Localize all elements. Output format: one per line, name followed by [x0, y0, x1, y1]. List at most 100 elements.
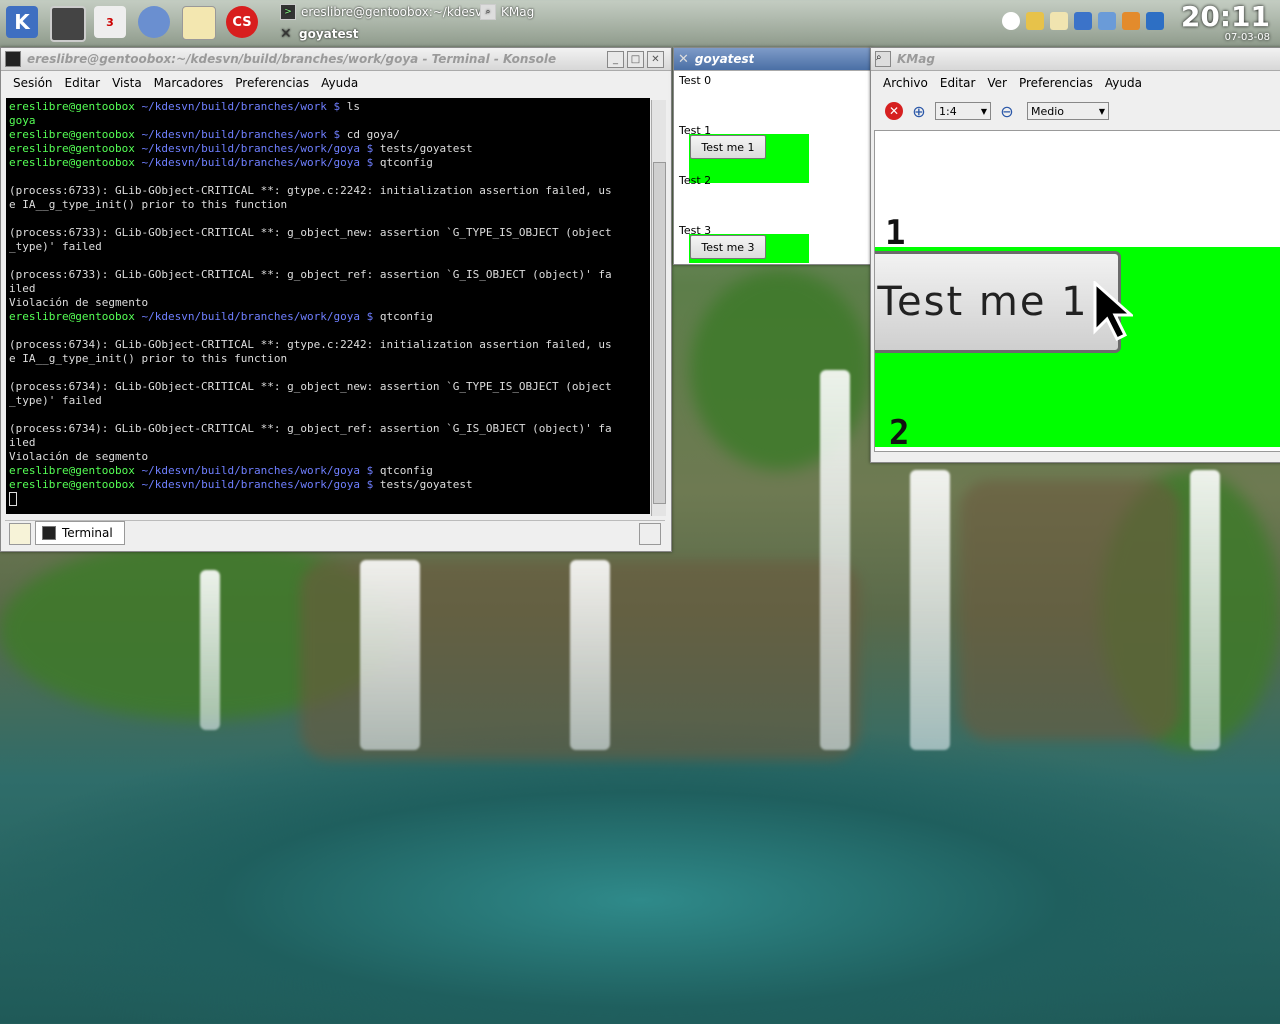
wallpaper-waterfall — [910, 470, 950, 750]
stop-icon[interactable]: ✕ — [885, 102, 903, 120]
tray-clipboard-icon[interactable] — [1050, 12, 1068, 30]
zoom-out-icon[interactable]: ⊖ — [997, 101, 1017, 121]
prompt-user: ereslibre@gentoobox — [9, 128, 135, 141]
x-window-icon: ✕ — [678, 51, 689, 67]
terminal-line: (process:6734): GLib-GObject-CRITICAL **… — [9, 380, 647, 394]
clock[interactable]: 20:11 07-03-08 — [1181, 2, 1270, 44]
prompt-path: ~/kdesvn/build/branches/work $ — [134, 100, 347, 113]
prompt-path: ~/kdesvn/build/branches/work/goya $ — [134, 142, 380, 155]
konsole-title: ereslibre@gentoobox:~/kdesvn/build/branc… — [27, 52, 557, 66]
menu-preferencias[interactable]: Preferencias — [1013, 76, 1099, 90]
tray-network-icon[interactable] — [1002, 12, 1020, 30]
kde-menu-icon[interactable]: K — [6, 6, 38, 38]
tray-folder-icon[interactable] — [1122, 12, 1140, 30]
quality-select[interactable]: Medio ▼ — [1027, 102, 1109, 120]
terminal-icon — [5, 51, 21, 67]
terminal-line: ereslibre@gentoobox ~/kdesvn/build/branc… — [9, 310, 647, 324]
x-window-icon: ✕ — [280, 26, 292, 42]
tray-keyboard-icon[interactable] — [1074, 12, 1092, 30]
lastfm-icon[interactable]: CS — [226, 6, 258, 38]
zoom-select[interactable]: 1:4 ▼ — [935, 102, 991, 120]
magnifier-icon: ⌕ — [480, 4, 496, 20]
prompt-command: qtconfig — [379, 464, 433, 477]
output-text: (process:6734): GLib-GObject-CRITICAL **… — [9, 422, 612, 435]
text-editor-icon[interactable] — [182, 6, 216, 40]
prompt-user: ereslibre@gentoobox — [9, 100, 135, 113]
terminal-line: ereslibre@gentoobox ~/kdesvn/build/branc… — [9, 128, 647, 142]
konsole-menubar: Sesión Editar Vista Marcadores Preferenc… — [1, 71, 671, 95]
menu-vista[interactable]: Vista — [106, 76, 148, 90]
output-text: goya — [9, 114, 36, 127]
terminal-line: ereslibre@gentoobox ~/kdesvn/build/branc… — [9, 142, 647, 156]
kmag-toolbar: ✕ ⊕ 1:4 ▼ ⊖ Medio ▼ — [871, 96, 1280, 126]
zoom-in-icon[interactable]: ⊕ — [909, 101, 929, 121]
prompt-user: ereslibre@gentoobox — [9, 156, 135, 169]
terminal-line: (process:6734): GLib-GObject-CRITICAL **… — [9, 338, 647, 352]
task-goyatest[interactable]: ✕ goyatest — [280, 24, 359, 44]
menu-preferencias[interactable]: Preferencias — [229, 76, 315, 90]
scrollbar-thumb[interactable] — [653, 162, 666, 504]
tab-terminal[interactable]: Terminal — [35, 521, 125, 545]
terminal-line: (process:6734): GLib-GObject-CRITICAL **… — [9, 422, 647, 436]
menu-sesion[interactable]: Sesión — [7, 76, 59, 90]
prompt-command: cd goya/ — [346, 128, 400, 141]
maximize-icon[interactable]: □ — [627, 50, 644, 68]
output-text: iled — [9, 282, 36, 295]
minimize-icon[interactable]: _ — [607, 50, 624, 68]
output-text: (process:6733): GLib-GObject-CRITICAL **… — [9, 184, 612, 197]
goyatest-titlebar[interactable]: ✕ goyatest — [674, 48, 870, 71]
output-text: _type)' failed — [9, 240, 102, 253]
prompt-path: ~/kdesvn/build/branches/work/goya $ — [134, 156, 380, 169]
task-kmag-label: KMag — [501, 5, 535, 19]
network-globe-icon[interactable] — [138, 6, 170, 38]
menu-ayuda[interactable]: Ayuda — [315, 76, 364, 90]
chevron-down-icon: ▼ — [1098, 106, 1105, 116]
prompt-command: ls — [346, 100, 361, 113]
task-konsole[interactable]: > ereslibre@gentoobox:~/kdesv — [280, 2, 482, 22]
menu-archivo[interactable]: Archivo — [877, 76, 934, 90]
terminal-output[interactable]: ereslibre@gentoobox ~/kdesvn/build/branc… — [6, 98, 650, 514]
kmag-titlebar[interactable]: ⌕ KMag — [871, 48, 1280, 71]
menu-editar[interactable]: Editar — [59, 76, 107, 90]
prompt-path: ~/kdesvn/build/branches/work/goya $ — [134, 478, 380, 491]
menu-ayuda[interactable]: Ayuda — [1099, 76, 1148, 90]
task-kmag[interactable]: ⌕ KMag — [480, 2, 534, 22]
menu-marcadores[interactable]: Marcadores — [148, 76, 230, 90]
menu-editar[interactable]: Editar — [934, 76, 982, 90]
menu-ver[interactable]: Ver — [981, 76, 1013, 90]
goyatest-window: ✕ goyatest Test 0 Test 1 Test me 1 Test … — [673, 47, 871, 265]
konsole-titlebar[interactable]: ereslibre@gentoobox:~/kdesvn/build/branc… — [1, 48, 671, 71]
tray-network-transfer-icon[interactable] — [1098, 12, 1116, 30]
kmag-window: ⌕ KMag Archivo Editar Ver Preferencias A… — [870, 47, 1280, 463]
prompt-command: qtconfig — [379, 156, 433, 169]
test-me-1-button[interactable]: Test me 1 — [690, 135, 766, 159]
computer-icon[interactable] — [50, 6, 86, 42]
kmag-title: KMag — [897, 52, 935, 66]
close-icon[interactable]: ✕ — [647, 50, 664, 68]
test-me-3-button[interactable]: Test me 3 — [690, 235, 766, 259]
terminal-line: ereslibre@gentoobox ~/kdesvn/build/branc… — [9, 464, 647, 478]
magnified-button-label: Test me 1 — [877, 279, 1089, 325]
prompt-path: ~/kdesvn/build/branches/work/goya $ — [134, 464, 380, 477]
calendar-icon[interactable]: 3 — [94, 6, 126, 38]
kmag-zoom-view[interactable]: 1 Test me 1 2 — [874, 130, 1280, 452]
terminal-scrollbar[interactable] — [651, 100, 666, 516]
mouse-cursor-icon — [1093, 281, 1133, 342]
prompt-user: ereslibre@gentoobox — [9, 478, 135, 491]
output-text: (process:6733): GLib-GObject-CRITICAL **… — [9, 226, 612, 239]
close-tab-icon[interactable] — [639, 523, 661, 545]
output-text: iled — [9, 436, 36, 449]
tray-lock-icon[interactable] — [1026, 12, 1044, 30]
task-konsole-label: ereslibre@gentoobox:~/kdesv — [301, 5, 483, 19]
tray-display-icon[interactable] — [1146, 12, 1164, 30]
magnifier-icon: ⌕ — [875, 51, 891, 67]
output-text: _type)' failed — [9, 394, 102, 407]
magnified-test-me-1-button: Test me 1 — [875, 251, 1121, 353]
terminal-line: (process:6733): GLib-GObject-CRITICAL **… — [9, 226, 647, 240]
output-text: e IA__g_type_init() prior to this functi… — [9, 198, 288, 211]
new-tab-icon[interactable] — [9, 523, 31, 545]
prompt-command: tests/goyatest — [379, 478, 473, 491]
output-text: Violación de segmento — [9, 296, 149, 309]
